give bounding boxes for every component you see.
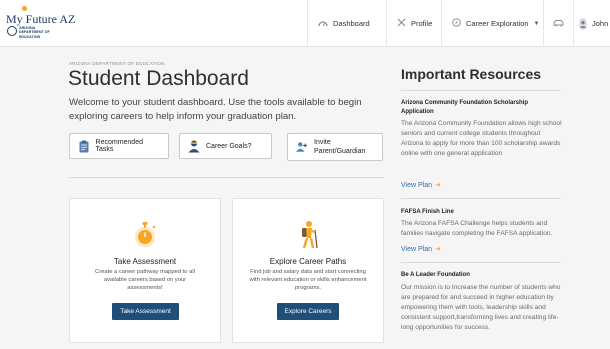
career-goals-label: Career Goals? <box>206 142 252 150</box>
invite-parent-button[interactable]: Invite Parent/Guardian <box>287 133 383 161</box>
view-plan-label: View Plan <box>401 182 433 189</box>
logo-subtitle: ARIZONA DEPARTMENT OF EDUCATION <box>19 26 50 39</box>
resources-title: Important Resources <box>401 66 542 82</box>
resources-divider <box>401 198 561 199</box>
page-title: Student Dashboard <box>68 67 249 90</box>
resources-divider <box>401 262 561 263</box>
view-plan-link[interactable]: View Plan ➔ <box>401 181 441 189</box>
invite-parent-label: Invite Parent/Guardian <box>314 139 366 155</box>
nav-profile-label: Profile <box>411 19 433 28</box>
career-goals-button[interactable]: Career Goals? <box>179 133 272 159</box>
nav-user-menu[interactable]: John ▼ <box>573 0 610 47</box>
add-person-icon <box>296 140 308 154</box>
recommended-tasks-label: Recommended Tasks <box>95 139 143 153</box>
card-title: Take Assessment <box>113 257 177 266</box>
nav-car[interactable] <box>543 0 573 47</box>
logo-title: My Future AZ <box>6 12 76 26</box>
resource-heading: FAFSA Finish Line <box>401 209 454 215</box>
resource-body: Our mission is to Increase the number of… <box>401 284 561 331</box>
resource-body: The Arizona Community Foundation allows … <box>401 120 562 157</box>
top-navbar: My Future AZ ARIZONA DEPARTMENT OF EDUCA… <box>0 0 610 47</box>
card-description: Find job and salary data and start conne… <box>249 269 367 291</box>
chevron-down-icon: ▼ <box>533 20 540 27</box>
page-kicker: ARIZONA DEPARTMENT OF EDUCATION <box>69 61 165 66</box>
section-divider <box>69 177 384 178</box>
view-plan-label: View Plan <box>401 246 433 253</box>
nav-dashboard[interactable]: Dashboard <box>307 0 386 47</box>
tools-icon <box>397 18 406 29</box>
user-icon <box>579 17 587 30</box>
resource-heading: Be A Leader Foundation <box>401 272 470 278</box>
nav-career-exploration[interactable]: Career Exploration ▼ <box>441 0 543 47</box>
nav-profile[interactable]: Profile <box>386 0 441 47</box>
resource-body: The Arizona FAFSA Challenge helps studen… <box>401 220 553 237</box>
card-title: Explore Career Paths <box>269 257 347 266</box>
arrow-right-icon: ➔ <box>435 246 441 253</box>
view-plan-link[interactable]: View Plan ➔ <box>401 245 441 253</box>
nav-dashboard-label: Dashboard <box>333 19 370 28</box>
recommended-tasks-button[interactable]: Recommended Tasks <box>69 133 169 159</box>
resource-heading: Arizona Community Foundation Scholarship… <box>401 100 529 115</box>
card-description: Create a career pathway mapped to all av… <box>95 269 195 291</box>
user-name: John <box>592 19 609 28</box>
clipboard-icon <box>78 139 90 153</box>
take-assessment-card: Take Assessment Create a career pathway … <box>69 198 221 343</box>
hiker-icon <box>233 219 383 249</box>
stopwatch-icon <box>70 219 220 249</box>
explore-careers-button[interactable]: Explore Careers <box>277 303 339 320</box>
take-assessment-button[interactable]: Take Assessment <box>112 303 179 320</box>
welcome-text: Welcome to your student dashboard. Use t… <box>69 97 362 122</box>
car-icon <box>553 19 564 29</box>
resources-divider <box>401 90 561 91</box>
nav-career-label: Career Exploration <box>466 19 529 28</box>
compass-icon <box>452 18 461 29</box>
explore-career-paths-card: Explore Career Paths Find job and salary… <box>232 198 384 343</box>
my-future-az-logo[interactable]: My Future AZ ARIZONA DEPARTMENT OF EDUCA… <box>6 6 86 40</box>
gauge-icon <box>318 19 328 29</box>
logo-star-icon <box>22 6 27 11</box>
arrow-right-icon: ➔ <box>435 182 441 189</box>
person-icon <box>188 139 200 153</box>
seal-icon <box>7 26 17 36</box>
